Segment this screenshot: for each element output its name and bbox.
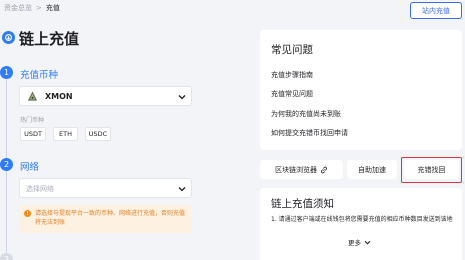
notice-title: 链上充值须知 — [271, 198, 334, 210]
xmon-coin-icon — [27, 91, 38, 101]
top-bar: 资金总览 > 充值 站内充值 — [0, 0, 465, 19]
network-warning-text: 请选择与提现平台一致的币种、网络进行充值，否则充值将无法到账 — [35, 210, 186, 226]
block-explorer-button[interactable]: 区块链浏览器 — [260, 160, 343, 179]
step-1-title: 充值币种 — [20, 70, 59, 81]
chevron-down-icon — [178, 187, 186, 192]
breadcrumb-parent[interactable]: 资金总览 — [4, 3, 32, 13]
hot-coin-usdc[interactable]: USDC — [85, 127, 111, 141]
faq-title: 常见问题 — [271, 44, 313, 56]
breadcrumb-separator: > — [36, 4, 42, 12]
faq-card: 常见问题 充值步骤指南 充值常见问题 为何我的充值尚未到账 如何提交充错币找回申… — [260, 30, 462, 150]
faq-link-deposit-guide[interactable]: 充值步骤指南 — [271, 70, 313, 80]
internal-transfer-button[interactable]: 站内充值 — [410, 2, 462, 19]
chevron-down-icon — [364, 240, 371, 245]
notice-text: 1. 请通过客户端或在线钱包将您需要充值的相应币种数目发送到该地 — [271, 216, 453, 223]
auto-speedup-button[interactable]: 自助加速 — [347, 160, 397, 179]
block-explorer-label: 区块链浏览器 — [275, 165, 317, 174]
breadcrumb: 资金总览 > 充值 — [4, 3, 60, 13]
deposit-chain-icon — [2, 31, 15, 44]
page-title: 链上充值 — [19, 30, 80, 48]
step-2-title: 网络 — [20, 162, 40, 173]
coin-select[interactable]: XMON — [19, 86, 192, 106]
notice-more-toggle[interactable]: 更多 — [348, 237, 371, 247]
faq-link-common-questions[interactable]: 充值常见问题 — [271, 89, 313, 99]
network-warning: ! 请选择与提现平台一致的币种、网络进行充值，否则充值将无法到账 — [19, 205, 192, 233]
highlight-box — [401, 157, 462, 183]
step-3-number: 3 — [0, 253, 13, 260]
network-placeholder: 选择网络 — [26, 185, 54, 193]
faq-link-not-arrived[interactable]: 为何我的充值尚未到账 — [271, 109, 341, 119]
network-select[interactable]: 选择网络 — [19, 178, 192, 198]
chevron-down-icon — [178, 95, 186, 100]
step-2-number: 2 — [0, 158, 13, 171]
breadcrumb-current: 充值 — [45, 4, 60, 12]
link-icon — [321, 166, 327, 173]
notice-more-label: 更多 — [348, 239, 361, 247]
faq-link-recover-request[interactable]: 如何提交充错币找回申请 — [271, 128, 348, 138]
selected-coin: XMON — [45, 92, 73, 101]
hot-coin-usdt[interactable]: USDT — [20, 127, 46, 141]
hot-coin-eth[interactable]: ETH — [53, 127, 78, 141]
warning-icon: ! — [24, 210, 31, 217]
hot-coins-label: 热门币种 — [20, 117, 45, 124]
deposit-notice-card: 链上充值须知 1. 请通过客户端或在线钱包将您需要充值的相应币种数目发送到该地 … — [260, 188, 462, 260]
step-1-number: 1 — [0, 66, 13, 79]
